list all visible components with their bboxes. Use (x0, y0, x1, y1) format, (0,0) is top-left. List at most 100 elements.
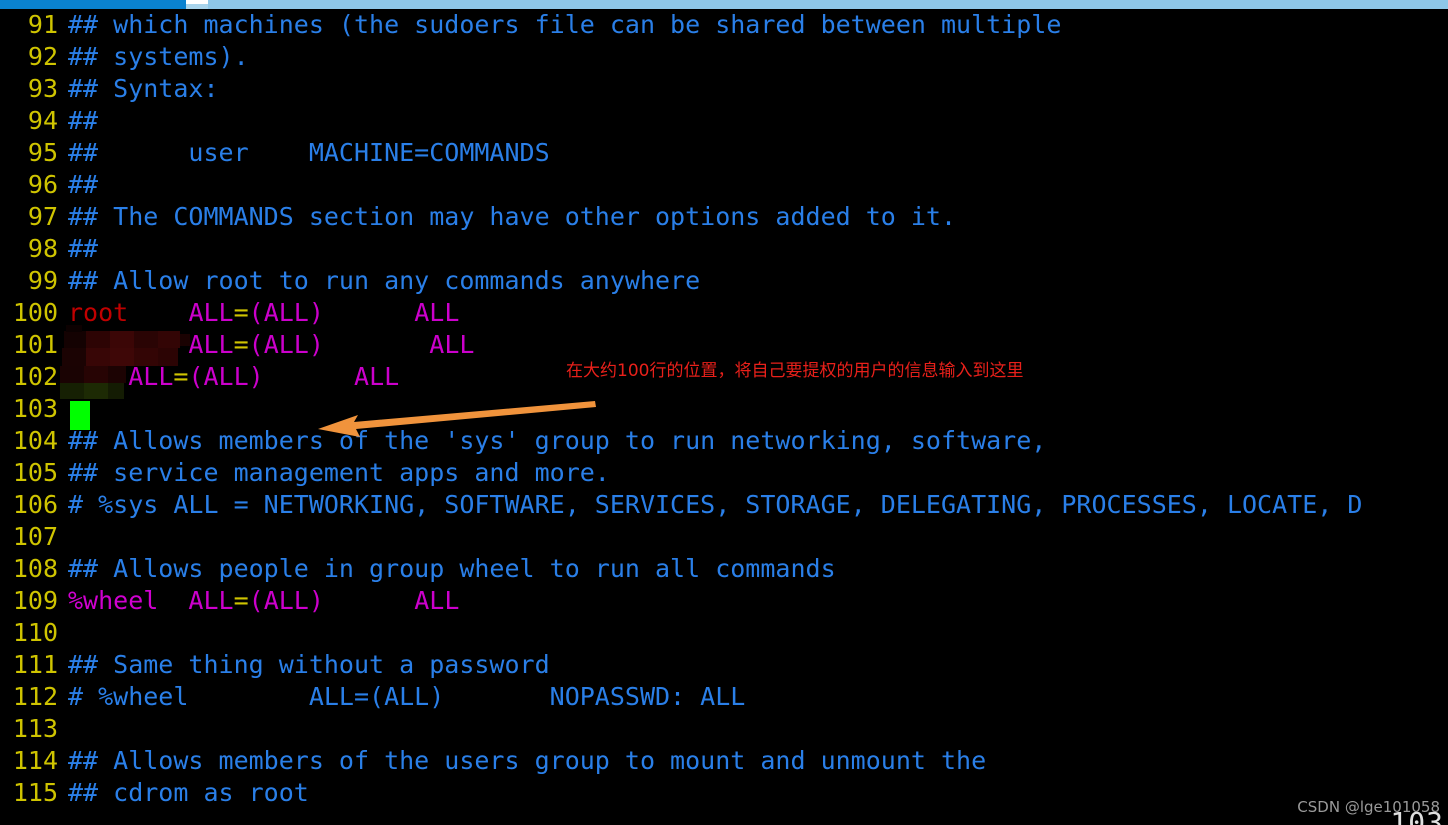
code-token: ## which machines (the sudoers file can … (68, 10, 1062, 39)
line-content: ALL=(ALL) ALL (68, 330, 474, 359)
line-content: ## user MACHINE=COMMANDS (68, 138, 550, 167)
horizontal-scrollbar[interactable] (0, 0, 1448, 9)
line-content: %wheel ALL=(ALL) ALL (68, 586, 459, 615)
code-token: = (173, 362, 189, 391)
code-token: ## Allows people in group wheel to run a… (68, 554, 836, 583)
line-number: 99 (27, 266, 58, 295)
code-token: ALL (429, 330, 475, 359)
code-line[interactable]: 99 ## Allow root to run any commands anyw… (0, 265, 1448, 297)
line-content: ## (68, 170, 98, 199)
line-number: 97 (27, 202, 58, 231)
line-number: 103 (12, 394, 58, 423)
code-line[interactable]: 100 root ALL=(ALL) ALL (0, 297, 1448, 329)
code-line[interactable]: 112 # %wheel ALL=(ALL) NOPASSWD: ALL (0, 681, 1448, 713)
code-line[interactable]: 96 ## (0, 169, 1448, 201)
code-token: (ALL) (248, 330, 324, 359)
code-line[interactable]: 91 ## which machines (the sudoers file ca… (0, 9, 1448, 41)
line-number: 112 (12, 682, 58, 711)
code-line[interactable]: 107 (0, 521, 1448, 553)
code-token: ## (68, 170, 99, 199)
code-token: root (68, 298, 129, 327)
line-number: 109 (12, 586, 58, 615)
line-content: ## The COMMANDS section may have other o… (68, 202, 956, 231)
line-number: 105 (12, 458, 58, 487)
code-line[interactable]: 111 ## Same thing without a password (0, 649, 1448, 681)
annotation-arrow-icon (318, 401, 596, 437)
line-content: ## systems). (68, 42, 249, 71)
code-line[interactable]: 95 ## user MACHINE=COMMANDS (0, 137, 1448, 169)
code-token: ALL (414, 298, 460, 327)
code-token: ## cdrom as root (68, 778, 309, 807)
code-line[interactable]: 103 (0, 393, 1448, 425)
line-content: ## which machines (the sudoers file can … (68, 10, 1061, 39)
line-content: # %sys ALL = NETWORKING, SOFTWARE, SERVI… (68, 490, 1362, 519)
line-number: 95 (27, 138, 58, 167)
line-number: 111 (12, 650, 58, 679)
text-editor-buffer[interactable]: 91 ## which machines (the sudoers file ca… (0, 9, 1448, 825)
annotation-text: 在大约100行的位置，将自己要提权的用户的信息输入到这里 (566, 361, 1024, 381)
code-line[interactable]: 115 ## cdrom as root (0, 777, 1448, 809)
line-content: ## Same thing without a password (68, 650, 550, 679)
code-line[interactable]: 98 ## (0, 233, 1448, 265)
code-token: ## Allows members of the users group to … (68, 746, 987, 775)
code-token: ## (68, 106, 99, 135)
code-token: = (233, 330, 249, 359)
line-number: 107 (12, 522, 58, 551)
code-token: ## The COMMANDS section may have other o… (68, 202, 957, 231)
code-line[interactable]: 92 ## systems). (0, 41, 1448, 73)
scrollbar-thumb[interactable] (0, 0, 186, 9)
code-token: ## service management apps and more. (68, 458, 610, 487)
line-number: 101 (12, 330, 58, 359)
code-token: ALL (188, 330, 234, 359)
status-line-number: 103 (1390, 806, 1444, 825)
code-line[interactable]: 113 (0, 713, 1448, 745)
code-line[interactable]: 93 ## Syntax: (0, 73, 1448, 105)
code-token: ## systems). (68, 42, 249, 71)
code-token: ALL (414, 586, 460, 615)
text-cursor (70, 401, 90, 430)
code-token: ## Same thing without a password (68, 650, 550, 679)
line-content: ## Allow root to run any commands anywhe… (68, 266, 700, 295)
code-line[interactable]: 108 ## Allows people in group wheel to ru… (0, 553, 1448, 585)
line-number: 113 (12, 714, 58, 743)
code-line[interactable]: 94 ## (0, 105, 1448, 137)
line-content: ALL=(ALL) ALL (68, 362, 399, 391)
code-line[interactable]: 105 ## service management apps and more. (0, 457, 1448, 489)
code-token: ## user MACHINE=COMMANDS (68, 138, 550, 167)
line-number: 96 (27, 170, 58, 199)
line-number: 108 (12, 554, 58, 583)
code-line[interactable]: 104 ## Allows members of the 'sys' group … (0, 425, 1448, 457)
code-line[interactable]: 109 %wheel ALL=(ALL) ALL (0, 585, 1448, 617)
code-token: # %wheel ALL=(ALL) NOPASSWD: ALL (68, 682, 746, 711)
line-number: 92 (27, 42, 58, 71)
code-token: (ALL) (248, 586, 324, 615)
code-token: = (233, 586, 249, 615)
line-content: # %wheel ALL=(ALL) NOPASSWD: ALL (68, 682, 745, 711)
code-token: ALL (354, 362, 400, 391)
line-number: 93 (27, 74, 58, 103)
code-token: ALL (128, 362, 174, 391)
code-line[interactable]: 114 ## Allows members of the users group … (0, 745, 1448, 777)
code-line[interactable]: 106 # %sys ALL = NETWORKING, SOFTWARE, SE… (0, 489, 1448, 521)
line-number: 110 (12, 618, 58, 647)
code-line[interactable]: 101 ALL=(ALL) ALL (0, 329, 1448, 361)
line-content: ## (68, 106, 98, 135)
code-token: %wheel (68, 586, 159, 615)
line-number: 100 (12, 298, 58, 327)
code-line[interactable]: 110 (0, 617, 1448, 649)
code-token: = (233, 298, 249, 327)
line-content: ## (68, 234, 98, 263)
code-token: (ALL) (248, 298, 324, 327)
code-lines: 91 ## which machines (the sudoers file ca… (0, 9, 1448, 809)
line-number: 106 (12, 490, 58, 519)
code-line[interactable]: 97 ## The COMMANDS section may have other… (0, 201, 1448, 233)
line-number: 91 (27, 10, 58, 39)
code-token: ## Allow root to run any commands anywhe… (68, 266, 701, 295)
